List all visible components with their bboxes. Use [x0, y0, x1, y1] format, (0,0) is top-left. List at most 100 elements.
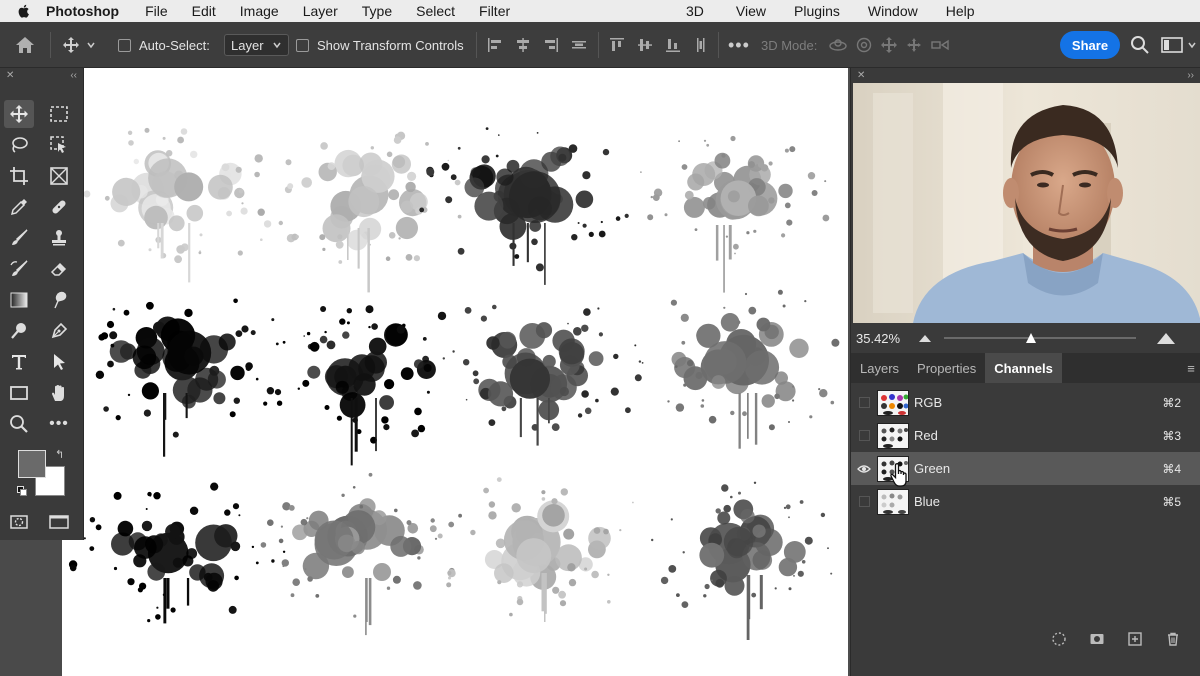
align-left-icon[interactable] [486, 36, 504, 54]
smudge-tool[interactable] [44, 286, 74, 314]
menu-window[interactable]: Window [868, 3, 918, 19]
channel-name: Green [914, 461, 951, 476]
marquee-tool[interactable] [44, 100, 74, 128]
menu-help[interactable]: Help [946, 3, 975, 19]
zoom-out-mountain-icon[interactable] [918, 333, 932, 343]
eyedropper-tool[interactable] [4, 193, 34, 221]
zoom-slider[interactable] [944, 332, 1137, 344]
search-button[interactable] [1130, 22, 1150, 68]
healing-brush-tool[interactable] [44, 193, 74, 221]
channel-shortcut: ⌘2 [1162, 395, 1181, 410]
edit-toolbar-icon[interactable]: ••• [44, 410, 74, 438]
share-button[interactable]: Share [1060, 31, 1120, 59]
gradient-tool[interactable] [4, 286, 34, 314]
menu-plugins[interactable]: Plugins [794, 3, 840, 19]
workspace-button[interactable] [1161, 22, 1197, 68]
align-top-icon[interactable] [608, 36, 626, 54]
channel-row-green[interactable]: Green ⌘4 [851, 452, 1200, 487]
app-menu[interactable]: Photoshop [46, 3, 119, 19]
pen-tool[interactable] [44, 317, 74, 345]
gradient-icon [10, 292, 28, 308]
menu-file[interactable]: File [145, 3, 168, 19]
document-canvas[interactable] [62, 68, 848, 676]
visibility-toggle[interactable] [858, 496, 870, 507]
history-brush-tool[interactable] [4, 255, 34, 283]
splatter-5 [72, 298, 286, 457]
menu-layer[interactable]: Layer [303, 3, 338, 19]
crop-tool[interactable] [4, 162, 34, 190]
search-icon [1131, 36, 1149, 54]
tools-panel: ✕ ‹‹ ••• ↰ [0, 68, 84, 540]
move-tool[interactable] [4, 100, 34, 128]
align-vertical-buttons [608, 22, 710, 68]
align-right-icon[interactable] [542, 36, 560, 54]
clone-stamp-tool[interactable] [44, 224, 74, 252]
default-colors-icon[interactable] [17, 486, 27, 496]
screen-mode-button[interactable] [44, 508, 74, 536]
swap-colors-icon[interactable]: ↰ [55, 448, 64, 461]
move-tool-preset[interactable] [62, 22, 96, 68]
home-button[interactable] [14, 22, 36, 68]
panel-menu-icon[interactable]: ≡ [1181, 353, 1200, 383]
menu-select[interactable]: Select [416, 3, 455, 19]
load-selection-icon[interactable] [1051, 631, 1067, 647]
tab-layers[interactable]: Layers [851, 353, 908, 383]
type-tool[interactable] [4, 348, 34, 376]
hand-tool[interactable] [44, 379, 74, 407]
3d-mode-label: 3D Mode: [761, 37, 818, 53]
channel-row-blue[interactable]: Blue ⌘5 [851, 485, 1200, 518]
channel-row-red[interactable]: Red ⌘3 [851, 419, 1200, 452]
zoom-tool[interactable] [4, 410, 34, 438]
visibility-toggle[interactable] [851, 464, 877, 474]
apple-icon[interactable] [16, 3, 32, 19]
visibility-toggle[interactable] [858, 397, 870, 408]
dodge-tool[interactable] [4, 317, 34, 345]
zoom-level[interactable]: 35.42% [856, 331, 900, 346]
close-icon[interactable]: ✕ [857, 70, 865, 81]
zoom-slider-thumb[interactable] [1025, 332, 1037, 344]
channel-shortcut: ⌘3 [1162, 428, 1181, 443]
more-options-icon[interactable]: ••• [728, 22, 750, 68]
rectangle-tool[interactable] [4, 379, 34, 407]
rectangle-marquee-icon [50, 106, 68, 122]
path-selection-tool[interactable] [44, 348, 74, 376]
foreground-color-swatch[interactable] [18, 450, 46, 478]
history-brush-icon [10, 260, 28, 276]
visibility-toggle[interactable] [858, 430, 870, 441]
brush-tool[interactable] [4, 224, 34, 252]
menu-view[interactable]: View [736, 3, 766, 19]
auto-select-dropdown[interactable]: Layer [224, 34, 289, 56]
close-icon[interactable]: ✕ [6, 70, 14, 81]
menu-3d[interactable]: 3D [686, 3, 704, 19]
menu-edit[interactable]: Edit [192, 3, 216, 19]
right-panel: ✕ ›› 35.42% Layers Properties Channels ≡… [850, 68, 1200, 676]
workspace-layout-icon [1161, 37, 1183, 53]
tab-properties[interactable]: Properties [908, 353, 985, 383]
align-center-h-icon[interactable] [514, 36, 532, 54]
show-transform-checkbox[interactable] [296, 38, 309, 52]
collapse-icon[interactable]: ›› [1187, 70, 1194, 81]
object-selection-tool[interactable] [44, 131, 74, 159]
frame-tool[interactable] [44, 162, 74, 190]
channel-row-rgb[interactable]: RGB ⌘2 [851, 386, 1200, 419]
collapse-icon[interactable]: ‹‹ [70, 70, 77, 81]
align-middle-icon[interactable] [636, 36, 654, 54]
zoom-in-mountain-icon[interactable] [1156, 331, 1176, 345]
distribute-icon[interactable] [570, 36, 588, 54]
menu-image[interactable]: Image [240, 3, 279, 19]
lasso-tool[interactable] [4, 131, 34, 159]
chevron-down-icon [1188, 42, 1196, 49]
auto-select-checkbox[interactable] [118, 38, 131, 52]
splatter-2 [254, 131, 462, 293]
quick-mask-button[interactable] [4, 508, 34, 536]
trash-icon[interactable] [1165, 631, 1181, 647]
menu-filter[interactable]: Filter [479, 3, 510, 19]
tab-channels[interactable]: Channels [985, 353, 1062, 383]
new-channel-icon[interactable] [1127, 631, 1143, 647]
save-selection-mask-icon[interactable] [1089, 631, 1105, 647]
eraser-tool[interactable] [44, 255, 74, 283]
menu-type[interactable]: Type [362, 3, 392, 19]
distribute-vertical-icon[interactable] [692, 36, 710, 54]
align-bottom-icon[interactable] [664, 36, 682, 54]
rectangle-icon [10, 386, 28, 400]
